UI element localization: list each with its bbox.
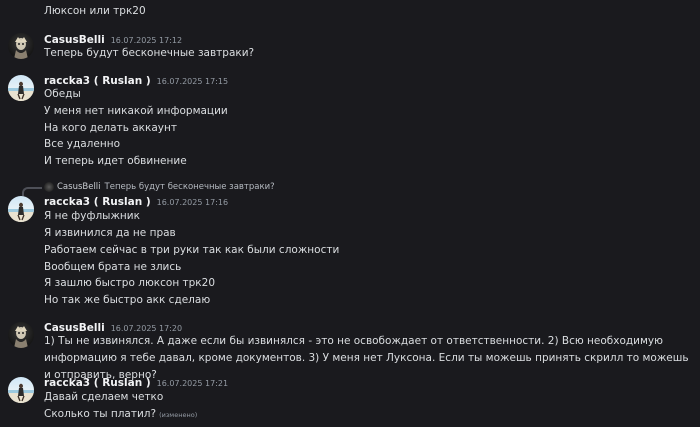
message-timestamp: 16.07.2025 17:20 [110, 324, 183, 333]
message-text-edited: Сколько ты платил? (изменено) [44, 407, 197, 422]
avatar[interactable] [8, 322, 34, 348]
message-text: У меня нет никакой информации [44, 105, 228, 117]
author-name[interactable]: raccka3 ( Ruslan ) [44, 196, 151, 208]
message-text: Сколько ты платил? [44, 408, 157, 420]
message-timestamp: 16.07.2025 17:15 [156, 77, 229, 86]
avatar-image [14, 326, 28, 348]
avatar[interactable] [8, 75, 34, 101]
reply-avatar [44, 182, 54, 192]
message-timestamp: 16.07.2025 17:12 [110, 36, 183, 45]
avatar-image [14, 37, 28, 59]
message-timestamp: 16.07.2025 17:21 [156, 379, 229, 388]
reply-preview[interactable]: CasusBelli Теперь будут бесконечные завт… [44, 181, 275, 193]
message-text: На кого делать аккаунт [44, 122, 177, 134]
message-text: И теперь идет обвинение [44, 155, 187, 167]
message-text: Работаем сейчас в три руки так как были … [44, 244, 340, 256]
avatar[interactable] [8, 196, 34, 222]
author-name[interactable]: raccka3 ( Ruslan ) [44, 377, 151, 389]
avatar[interactable] [8, 33, 34, 59]
message-text: Я не фуфлыжник [44, 210, 140, 222]
message-text: Но так же быстро акк сделаю [44, 294, 211, 306]
reply-text[interactable]: Теперь будут бесконечные завтраки? [105, 182, 275, 192]
avatar-image [8, 81, 34, 101]
reply-author[interactable]: CasusBelli [57, 182, 101, 192]
message-text: Теперь будут бесконечные завтраки? [44, 47, 255, 59]
avatar-image [8, 383, 34, 403]
reply-connector [22, 187, 42, 196]
avatar[interactable] [8, 377, 34, 403]
message-header: raccka3 ( Ruslan ) 16.07.2025 17:21 [44, 377, 228, 391]
avatar-image [8, 202, 34, 222]
message-text: Я зашлю быстро люксон трк20 [44, 277, 216, 289]
message-text: Давай сделаем четко [44, 391, 164, 403]
edited-label: (изменено) [159, 411, 198, 419]
message-text: Вообщем брата не злись [44, 261, 182, 273]
message-timestamp: 16.07.2025 17:16 [156, 198, 229, 207]
message-text: Я извинился да не прав [44, 227, 176, 239]
message-header: raccka3 ( Ruslan ) 16.07.2025 17:16 [44, 196, 228, 210]
message-text: Все удаленно [44, 138, 121, 150]
author-name[interactable]: raccka3 ( Ruslan ) [44, 75, 151, 87]
author-name[interactable]: CasusBelli [44, 34, 105, 46]
message-text: Люксон или трк20 [44, 5, 146, 17]
chat-messages: Люксон или трк20 CasusBelli 16.07.2025 1… [0, 0, 700, 427]
message-text: Обеды [44, 88, 81, 100]
